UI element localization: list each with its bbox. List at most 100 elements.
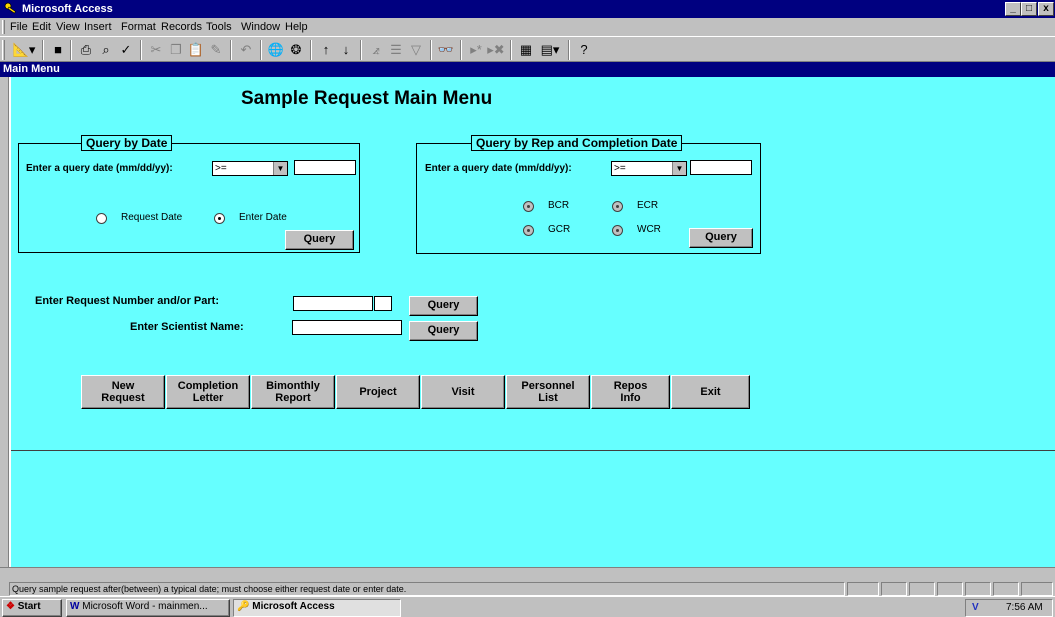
qbd-operator-combo[interactable]: >= ▼ bbox=[212, 161, 288, 176]
taskbar-item-access[interactable]: 🔑 Microsoft Access bbox=[233, 599, 401, 617]
filter-by-form-icon[interactable]: ☰ bbox=[386, 41, 406, 59]
app-title-bar[interactable]: Microsoft Access _ □ x bbox=[0, 0, 1055, 18]
new-object-icon[interactable]: ▤▾ bbox=[536, 41, 564, 59]
radio-wcr-label: WCR bbox=[637, 224, 661, 235]
section-divider bbox=[11, 450, 1055, 451]
sort-descending-icon[interactable]: ↓ bbox=[336, 41, 356, 59]
record-selector-strip bbox=[0, 77, 9, 567]
start-button[interactable]: ❖ Start bbox=[2, 599, 62, 617]
chevron-down-icon[interactable]: ▼ bbox=[672, 162, 686, 175]
taskbar-item-access-label: Microsoft Access bbox=[252, 601, 335, 612]
menu-format[interactable]: Format bbox=[121, 21, 156, 33]
toolbar: 📐▾ ■ ⎙ ⌕ ✓ ✂ ❐ 📋 ✎ ↶ 🌐 ❂ ↑ ↓ ⦨ ☰ ▽ 👓 ▸* … bbox=[0, 36, 1055, 62]
windows-logo-icon: ❖ bbox=[6, 601, 15, 612]
undo-icon[interactable]: ↶ bbox=[236, 41, 256, 59]
copy-icon[interactable]: ❐ bbox=[166, 41, 186, 59]
status-bar: Query sample request after(between) a ty… bbox=[0, 581, 1055, 596]
status-pane bbox=[937, 582, 963, 596]
database-window-icon[interactable]: ▦ bbox=[516, 41, 536, 59]
qbd-query-button[interactable]: Query bbox=[285, 230, 354, 250]
sort-ascending-icon[interactable]: ↑ bbox=[316, 41, 336, 59]
radio-gcr[interactable] bbox=[523, 225, 534, 236]
menu-grip bbox=[2, 20, 5, 34]
save-icon[interactable]: ■ bbox=[48, 41, 68, 59]
insert-hyperlink-icon[interactable]: 🌐 bbox=[266, 41, 286, 59]
system-tray: V 7:56 AM bbox=[965, 599, 1053, 617]
print-preview-icon[interactable]: ⌕ bbox=[96, 41, 116, 59]
menu-help[interactable]: Help bbox=[285, 21, 308, 33]
cut-icon[interactable]: ✂ bbox=[146, 41, 166, 59]
scientist-query-button[interactable]: Query bbox=[409, 321, 478, 341]
visit-button[interactable]: Visit bbox=[421, 375, 505, 409]
query-by-date-caption: Query by Date bbox=[81, 135, 173, 151]
project-button[interactable]: Project bbox=[336, 375, 420, 409]
exit-button[interactable]: Exit bbox=[671, 375, 750, 409]
toolbar-separator bbox=[460, 40, 462, 60]
minimize-button[interactable]: _ bbox=[1005, 2, 1021, 16]
tray-antivirus-icon[interactable]: V bbox=[972, 600, 979, 615]
radio-enter-date[interactable] bbox=[214, 213, 225, 224]
status-pane bbox=[965, 582, 991, 596]
qbr-operator-value: >= bbox=[614, 163, 626, 174]
apply-filter-icon[interactable]: ▽ bbox=[406, 41, 426, 59]
status-pane bbox=[993, 582, 1019, 596]
filter-by-selection-icon[interactable]: ⦨ bbox=[366, 41, 386, 59]
toolbar-separator bbox=[510, 40, 512, 60]
radio-ecr[interactable] bbox=[612, 201, 623, 212]
find-icon[interactable]: 👓 bbox=[436, 41, 456, 59]
mdi-bottom-edge bbox=[0, 567, 1055, 581]
toolbar-separator bbox=[310, 40, 312, 60]
form-window-title-bar[interactable]: Main Menu bbox=[0, 62, 1055, 77]
print-icon[interactable]: ⎙ bbox=[76, 41, 96, 59]
menu-edit[interactable]: Edit bbox=[32, 21, 51, 33]
bimonthly-report-button[interactable]: Bimonthly Report bbox=[251, 375, 335, 409]
new-record-icon[interactable]: ▸* bbox=[466, 41, 486, 59]
format-painter-icon[interactable]: ✎ bbox=[206, 41, 226, 59]
radio-wcr[interactable] bbox=[612, 225, 623, 236]
menu-tools[interactable]: Tools bbox=[206, 21, 232, 33]
request-query-button[interactable]: Query bbox=[409, 296, 478, 316]
scientist-name-label: Enter Scientist Name: bbox=[130, 321, 244, 333]
completion-letter-button[interactable]: Completion Letter bbox=[166, 375, 250, 409]
chevron-down-icon[interactable]: ▼ bbox=[273, 162, 287, 175]
taskbar-item-word[interactable]: W Microsoft Word - mainmen... bbox=[66, 599, 230, 617]
delete-record-icon[interactable]: ▸✖ bbox=[486, 41, 506, 59]
request-number-label: Enter Request Number and/or Part: bbox=[35, 295, 219, 307]
menu-window[interactable]: Window bbox=[241, 21, 280, 33]
form-view-icon[interactable]: 📐▾ bbox=[10, 41, 38, 59]
office-assistant-icon[interactable]: ? bbox=[574, 41, 594, 59]
spelling-icon[interactable]: ✓ bbox=[116, 41, 136, 59]
taskbar-item-word-label: Microsoft Word - mainmen... bbox=[82, 601, 208, 612]
menu-insert[interactable]: Insert bbox=[84, 21, 112, 33]
toolbar-separator bbox=[230, 40, 232, 60]
qbd-date-input[interactable] bbox=[294, 160, 356, 175]
scientist-name-input[interactable] bbox=[292, 320, 402, 335]
menu-view[interactable]: View bbox=[56, 21, 80, 33]
clock[interactable]: 7:56 AM bbox=[1006, 600, 1043, 615]
menu-records[interactable]: Records bbox=[161, 21, 202, 33]
access-key-icon bbox=[4, 2, 16, 14]
qbd-operator-value: >= bbox=[215, 163, 227, 174]
status-pane bbox=[847, 582, 879, 596]
request-number-input[interactable] bbox=[293, 296, 373, 311]
app-title: Microsoft Access bbox=[22, 3, 113, 15]
personnel-list-button[interactable]: Personnel List bbox=[506, 375, 590, 409]
access-key-icon: 🔑 bbox=[237, 601, 250, 612]
qbr-query-button[interactable]: Query bbox=[689, 228, 753, 248]
radio-bcr[interactable] bbox=[523, 201, 534, 212]
radio-request-date-label: Request Date bbox=[121, 212, 183, 223]
toolbar-separator bbox=[42, 40, 44, 60]
restore-button[interactable]: □ bbox=[1021, 2, 1037, 16]
paste-icon[interactable]: 📋 bbox=[186, 41, 206, 59]
qbr-operator-combo[interactable]: >= ▼ bbox=[611, 161, 687, 176]
menu-file[interactable]: File bbox=[10, 21, 28, 33]
new-request-button[interactable]: New Request bbox=[81, 375, 165, 409]
qbr-date-input[interactable] bbox=[690, 160, 752, 175]
web-toolbar-icon[interactable]: ❂ bbox=[286, 41, 306, 59]
close-button[interactable]: x bbox=[1038, 2, 1054, 16]
radio-request-date[interactable] bbox=[96, 213, 107, 224]
radio-enter-date-label: Enter Date bbox=[239, 212, 287, 223]
request-part-input[interactable] bbox=[374, 296, 392, 311]
repos-info-button[interactable]: Repos Info bbox=[591, 375, 670, 409]
qbr-date-label: Enter a query date (mm/dd/yy): bbox=[425, 163, 572, 174]
